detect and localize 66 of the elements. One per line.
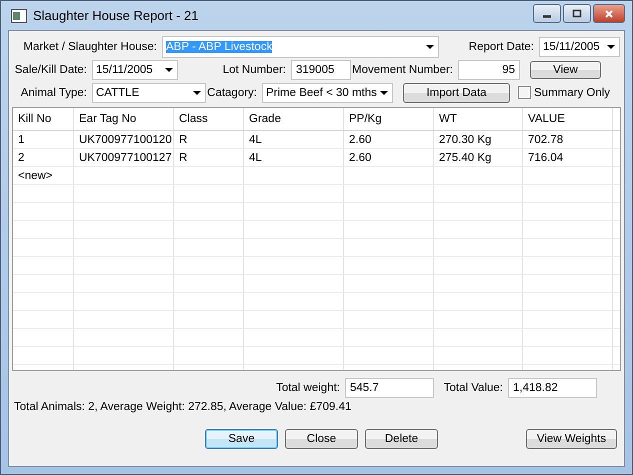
dropdown-arrow-icon xyxy=(165,68,173,72)
field-label: Lot Number: xyxy=(222,64,287,76)
lot-number-field[interactable]: 319005 xyxy=(291,60,351,80)
table-cell: R xyxy=(174,149,244,166)
table-cell: 2 xyxy=(13,149,74,166)
dropdown-arrow-icon xyxy=(607,44,615,48)
dropdown-arrow-icon xyxy=(380,90,388,94)
table-cell: UK700977100120 xyxy=(74,131,174,148)
import-data-button[interactable]: Import Data xyxy=(403,82,510,102)
column-header[interactable]: Kill No xyxy=(13,108,74,130)
field-label: Market / Slaughter House: xyxy=(22,40,158,52)
checkbox[interactable] xyxy=(518,86,531,99)
combo-value: Prime Beef < 30 mths xyxy=(266,86,377,98)
column-header[interactable]: VALUE xyxy=(523,108,613,130)
date-combo[interactable]: 15/11/2005 xyxy=(92,60,178,80)
dropdown-arrow-icon xyxy=(193,90,201,94)
table-cell: 4L xyxy=(244,131,344,148)
field-label: Movement Number: xyxy=(351,64,454,76)
combo-value: CATTLE xyxy=(96,86,140,98)
column-header[interactable]: PP/Kg xyxy=(344,108,434,130)
view-weights-button[interactable]: View Weights xyxy=(526,429,617,449)
field-label: Total Value: xyxy=(442,382,504,394)
field-label: Total weight: xyxy=(275,382,341,394)
dropdown-arrow-icon xyxy=(426,44,434,48)
view-button[interactable]: View xyxy=(530,60,601,78)
field-label: Animal Type: xyxy=(20,86,88,98)
table-cell: 2.60 xyxy=(344,131,434,148)
table-cell: 275.40 Kg xyxy=(434,149,523,166)
field-label: Report Date: xyxy=(468,40,535,52)
column-header[interactable]: Grade xyxy=(244,108,344,130)
checkbox-label: Summary Only xyxy=(534,86,610,98)
table-cell: 270.30 Kg xyxy=(434,131,523,148)
date-combo[interactable]: 15/11/2005 xyxy=(539,36,620,56)
combo-value: 15/11/2005 xyxy=(96,64,153,76)
summary-text: Total Animals: 2, Average Weight: 272.85, Average Value: £709.41 xyxy=(14,401,352,413)
close-button[interactable] xyxy=(593,4,625,23)
column-header[interactable]: Class xyxy=(174,108,244,130)
table-cell: 1 xyxy=(13,131,74,148)
animal-type-combo[interactable]: CATTLE xyxy=(92,82,206,102)
maximize-icon xyxy=(572,8,582,18)
minimize-icon xyxy=(543,14,551,18)
table-cell: UK700977100127 xyxy=(74,149,174,166)
table-cell: 2.60 xyxy=(344,149,434,166)
action-button[interactable]: Delete xyxy=(365,429,438,449)
window-title: Slaughter House Report - 21 xyxy=(33,8,198,23)
total-weight-field[interactable]: 545.7 xyxy=(345,378,434,398)
table-cell: 4L xyxy=(244,149,344,166)
field-label: Sale/Kill Date: xyxy=(14,64,88,76)
minimize-button[interactable] xyxy=(533,4,561,23)
maximize-button[interactable] xyxy=(563,4,591,23)
field-label: Catagory: xyxy=(206,86,258,98)
combo-value: ABP - ABP Livestock xyxy=(166,40,272,52)
action-button[interactable]: Close xyxy=(285,429,358,449)
table-cell: 702.78 xyxy=(523,131,613,148)
action-button[interactable]: Save xyxy=(205,429,278,449)
close-icon xyxy=(604,8,614,18)
column-header[interactable]: WT xyxy=(434,108,523,130)
table-cell: R xyxy=(174,131,244,148)
category-combo[interactable]: Prime Beef < 30 mths xyxy=(262,82,393,102)
total-value-field[interactable]: 1,418.82 xyxy=(508,378,597,398)
table-cell: 716.04 xyxy=(523,149,613,166)
window-icon xyxy=(11,8,27,22)
column-header[interactable]: Ear Tag No xyxy=(74,108,174,130)
movement-number-field[interactable]: 95 xyxy=(458,60,520,80)
table-cell: <new> xyxy=(13,167,74,184)
combo-value: 15/11/2005 xyxy=(543,40,600,52)
